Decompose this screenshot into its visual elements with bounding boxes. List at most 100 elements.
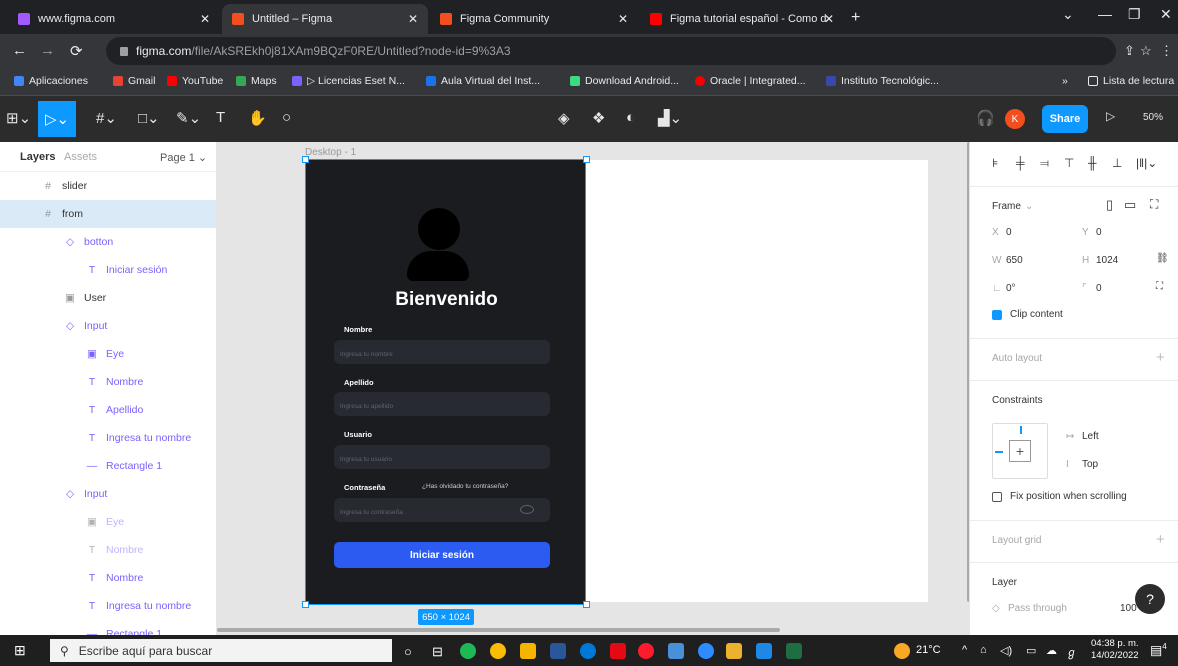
resize-handle[interactable]: [302, 156, 309, 163]
horizontal-constraint-select[interactable]: Left: [1082, 431, 1099, 442]
file-explorer-icon[interactable]: [520, 643, 536, 659]
tab-layers[interactable]: Layers: [20, 151, 55, 163]
horizontal-scrollbar[interactable]: [217, 628, 780, 632]
mask-icon[interactable]: ◐: [626, 109, 635, 126]
cloud-icon[interactable]: ☁: [1046, 644, 1057, 657]
layer-row[interactable]: ◇ botton: [0, 228, 216, 256]
excel-icon[interactable]: [786, 643, 802, 659]
layer-row[interactable]: T Iniciar sesión: [0, 256, 216, 284]
move-tool-icon[interactable]: ▷⌄: [38, 101, 76, 137]
present-icon[interactable]: ▷: [1106, 109, 1115, 123]
temperature[interactable]: 21°C: [916, 644, 941, 656]
bookmark-android[interactable]: Download Android...: [570, 75, 679, 87]
align-vcenter-icon[interactable]: ╫: [1088, 156, 1097, 170]
layer-row[interactable]: T Apellido: [0, 396, 216, 424]
h-input[interactable]: 1024: [1096, 255, 1118, 266]
clip-content-checkbox[interactable]: [992, 310, 1002, 320]
tab-search-icon[interactable]: ⌄: [1062, 6, 1074, 23]
white-frame[interactable]: [586, 160, 928, 602]
bookmark-gmail[interactable]: Gmail: [113, 75, 155, 87]
volume-icon[interactable]: ◁): [1000, 644, 1012, 657]
resize-handle[interactable]: [583, 601, 590, 608]
resize-handle[interactable]: [583, 156, 590, 163]
url-input[interactable]: figma.com/file/AkSREkh0j81XAm9BQzF0RE/Un…: [106, 37, 1116, 65]
align-bottom-icon[interactable]: ⊥: [1112, 156, 1122, 170]
bookmark-youtube[interactable]: YouTube: [167, 75, 223, 87]
tab-assets[interactable]: Assets: [64, 151, 97, 163]
reload-icon[interactable]: ⟳: [70, 42, 83, 60]
windows-start-icon[interactable]: ⊞: [14, 642, 26, 659]
independent-corners-icon[interactable]: ⛶: [1156, 281, 1163, 292]
fix-position-checkbox[interactable]: [992, 492, 1002, 502]
opera-icon[interactable]: [638, 643, 654, 659]
layer-row[interactable]: ▣ User: [0, 284, 216, 312]
constrain-proportions-icon[interactable]: ⛓: [1156, 253, 1169, 264]
login-button[interactable]: Iniciar sesión: [334, 542, 550, 568]
bookmark-eset[interactable]: ▷ Licencias Eset N...: [292, 75, 405, 87]
layer-row[interactable]: T Ingresa tu nombre: [0, 592, 216, 620]
frame-tool-icon[interactable]: #⌄: [96, 109, 117, 127]
create-component-icon[interactable]: ◈: [558, 109, 570, 127]
forgot-password-link[interactable]: ¿Has olvidado tu contraseña?: [422, 483, 508, 490]
extensions-icon[interactable]: ⋮: [1160, 43, 1173, 59]
sublime-icon[interactable]: [726, 643, 742, 659]
nombre-input[interactable]: Ingresa tu nombre: [334, 340, 550, 364]
layer-row[interactable]: — Rectangle 1: [0, 452, 216, 480]
minimize-icon[interactable]: —: [1098, 6, 1112, 22]
chevron-down-icon[interactable]: ⌄: [1025, 201, 1033, 212]
back-icon[interactable]: ←: [12, 42, 27, 59]
add-auto-layout-icon[interactable]: +: [1156, 349, 1165, 366]
figma-menu-icon[interactable]: ⊞⌄: [6, 109, 31, 127]
w-input[interactable]: 650: [1006, 255, 1023, 266]
usuario-input[interactable]: Ingresa tu usuario: [334, 445, 550, 469]
constraint-top-bar[interactable]: [1020, 426, 1022, 434]
tab-youtube-tutorial[interactable]: Figma tutorial español - Como d ✕: [640, 4, 844, 34]
bookmark-maps[interactable]: Maps: [236, 75, 277, 87]
layer-row[interactable]: ◇ Input: [0, 312, 216, 340]
layer-row[interactable]: ▣ Eye: [0, 340, 216, 368]
resize-to-fit-icon[interactable]: ⛶: [1150, 197, 1158, 212]
layer-row[interactable]: ▣ Eye: [0, 508, 216, 536]
layer-row[interactable]: ◇ Input: [0, 480, 216, 508]
tab-untitled-figma[interactable]: Untitled – Figma ✕: [222, 4, 428, 34]
close-window-icon[interactable]: ✕: [1160, 6, 1172, 23]
app-icon[interactable]: [698, 643, 714, 659]
edge-icon[interactable]: [580, 643, 596, 659]
distribute-icon[interactable]: |‖|⌄: [1136, 156, 1157, 170]
layer-row[interactable]: # slider: [0, 172, 216, 200]
netflix-icon[interactable]: [610, 643, 626, 659]
shape-tool-icon[interactable]: □⌄: [138, 109, 160, 127]
frame-preset-label[interactable]: Frame: [992, 201, 1021, 212]
close-tab-icon[interactable]: ✕: [618, 12, 628, 26]
vertical-constraint-select[interactable]: Top: [1082, 459, 1098, 470]
layer-row[interactable]: T Ingresa tu nombre: [0, 424, 216, 452]
text-tool-icon[interactable]: T: [216, 109, 225, 126]
layer-row[interactable]: # from: [0, 200, 216, 228]
bookmark-oracle[interactable]: Oracle | Integrated...: [695, 75, 806, 87]
contrasena-input[interactable]: Ingresa tu contraseña: [334, 498, 550, 522]
blend-mode-select[interactable]: Pass through: [1008, 603, 1067, 614]
rotation-input[interactable]: 0°: [1006, 283, 1016, 294]
x-input[interactable]: 0: [1006, 227, 1012, 238]
layer-row[interactable]: T Nombre: [0, 564, 216, 592]
comment-tool-icon[interactable]: ○: [282, 109, 291, 126]
y-input[interactable]: 0: [1096, 227, 1102, 238]
task-view-icon[interactable]: ⊟: [432, 644, 443, 660]
share-button[interactable]: Share: [1042, 105, 1088, 133]
hand-tool-icon[interactable]: ✋: [248, 109, 267, 127]
align-top-icon[interactable]: ⊤: [1064, 156, 1074, 170]
app-icon[interactable]: [756, 643, 772, 659]
tab-figma-home[interactable]: www.figma.com ✕: [8, 4, 220, 34]
align-left-icon[interactable]: ⊧: [992, 156, 998, 170]
page-selector[interactable]: Page 1 ⌄: [160, 151, 207, 164]
bookmark-aula[interactable]: Aula Virtual del Inst...: [426, 75, 540, 87]
reading-list[interactable]: Lista de lectura: [1088, 75, 1174, 87]
new-tab-button[interactable]: +: [851, 9, 860, 27]
word-icon[interactable]: [550, 643, 566, 659]
app-icon[interactable]: [668, 643, 684, 659]
bookmark-apps[interactable]: Aplicaciones: [14, 75, 88, 87]
login-design-frame[interactable]: Bienvenido Nombre Ingresa tu nombre Apel…: [305, 159, 586, 605]
resize-handle[interactable]: [302, 601, 309, 608]
align-right-icon[interactable]: ⫤: [1040, 156, 1049, 171]
eye-icon[interactable]: [520, 505, 534, 514]
